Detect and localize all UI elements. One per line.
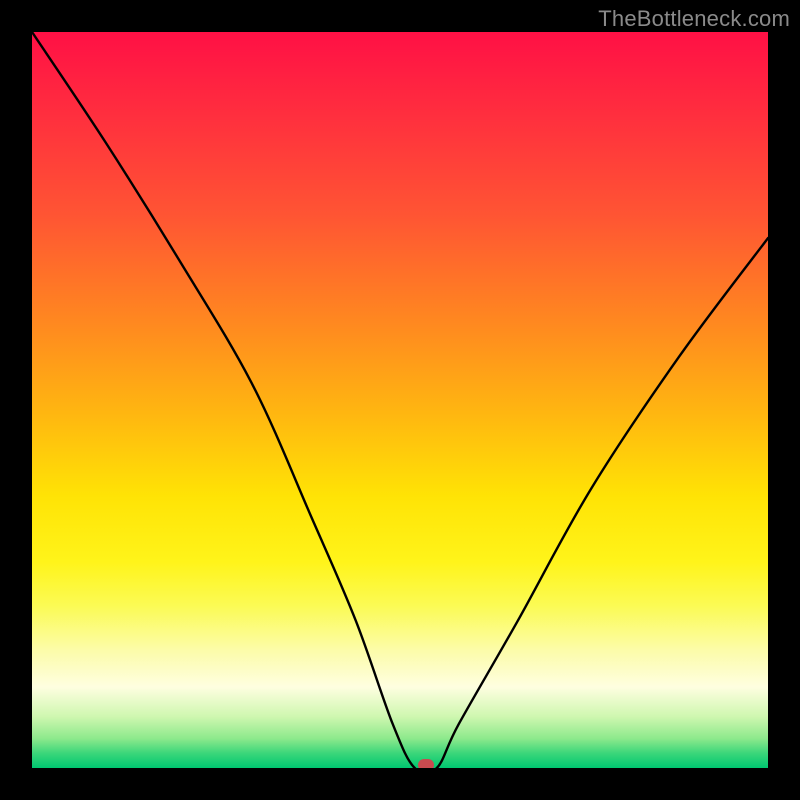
chart-frame: TheBottleneck.com: [0, 0, 800, 800]
plot-area: [32, 32, 768, 768]
bottleneck-curve: [32, 32, 768, 768]
watermark-text: TheBottleneck.com: [598, 6, 790, 32]
optimum-marker: [418, 759, 434, 768]
